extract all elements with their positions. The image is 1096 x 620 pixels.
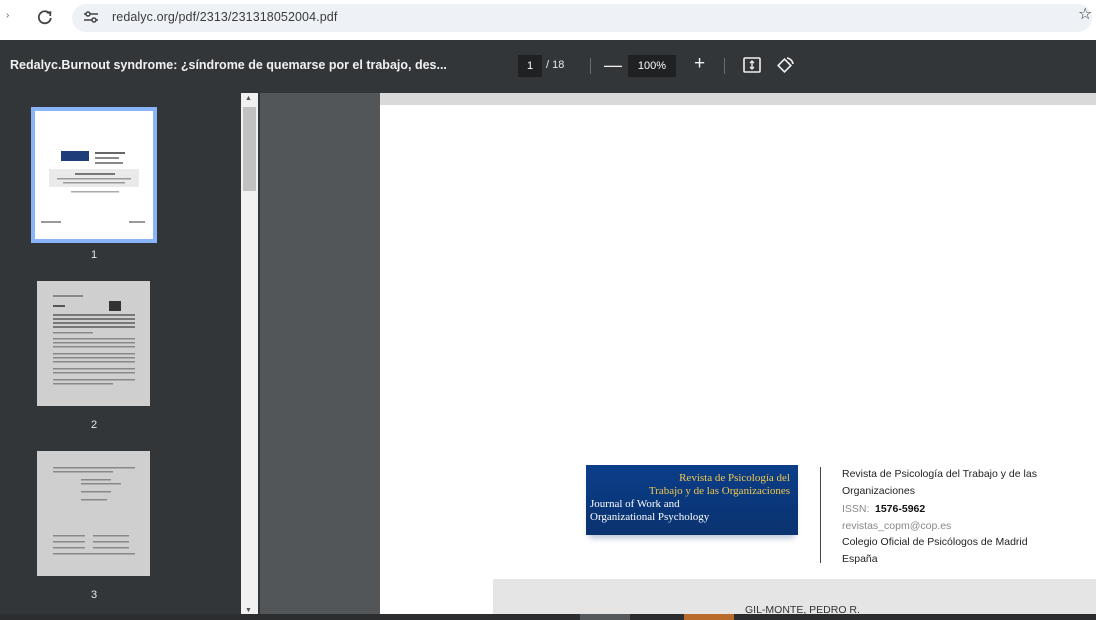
thumbnail-page-1-preview — [41, 151, 145, 223]
journal-email: revistas_copm@cop.es — [842, 520, 952, 532]
page-thumbnail[interactable] — [37, 281, 150, 406]
issn-value: 1576-5962 — [875, 503, 926, 515]
taskbar-item[interactable] — [684, 614, 734, 620]
toolbar-divider — [724, 58, 725, 74]
page-total: / 18 — [546, 59, 565, 71]
pdf-toolbar: Redalyc.Burnout syndrome: ¿síndrome de q… — [0, 40, 1096, 93]
sidebar-scrollbar-thumb[interactable] — [243, 107, 256, 191]
thumbnail-label: 1 — [90, 249, 98, 261]
bookmark-star-icon[interactable]: ☆ — [1078, 6, 1096, 24]
page-number-input[interactable]: 1 — [518, 55, 542, 77]
publisher: Colegio Oficial de Psicólogos de Madrid — [842, 536, 1028, 548]
logo-line: Revista de Psicología del — [679, 472, 790, 484]
reload-icon[interactable] — [34, 6, 56, 28]
page-thumbnail[interactable] — [37, 451, 150, 576]
thumbnail-sidebar: 1 2 3 ▲ ▼ — [0, 93, 260, 620]
journal-logo: Revista de Psicología del Trabajo y de l… — [586, 465, 798, 535]
thumbnail-page-3-preview — [53, 467, 135, 555]
toolbar-divider — [590, 58, 591, 74]
thumbnail-label: 2 — [90, 419, 98, 431]
fit-to-page-icon[interactable] — [742, 56, 762, 74]
thumbnail-label: 3 — [90, 589, 98, 601]
zoom-out-button[interactable]: — — [604, 54, 622, 76]
zoom-input[interactable]: 100% — [628, 55, 676, 77]
logo-line: Journal of Work and — [590, 498, 680, 510]
scroll-down-arrow-icon[interactable]: ▼ — [245, 607, 252, 614]
taskbar-item[interactable] — [580, 614, 630, 620]
scroll-up-arrow-icon[interactable]: ▲ — [245, 95, 252, 102]
zoom-in-button[interactable]: + — [694, 53, 705, 75]
journal-name: Revista de Psicología del Trabajo y de l… — [842, 468, 1037, 480]
logo-line: Trabajo y de las Organizaciones — [648, 485, 790, 497]
page-top-edge — [380, 93, 1096, 105]
page-thumbnail[interactable] — [31, 107, 157, 243]
site-settings-icon[interactable] — [82, 10, 100, 24]
taskbar-strip — [0, 614, 1096, 620]
logo-line: Organizational Psychology — [590, 511, 710, 523]
divider-line — [820, 467, 821, 563]
issn-label: ISSN: — [842, 503, 870, 515]
url-text[interactable]: redalyc.org/pdf/2313/231318052004.pdf — [112, 10, 337, 24]
journal-name-cont: Organizaciones — [842, 485, 915, 497]
country: España — [842, 553, 878, 565]
document-title: Redalyc.Burnout syndrome: ¿síndrome de q… — [10, 58, 447, 72]
rotate-icon[interactable] — [774, 54, 796, 76]
browser-url-bar: › redalyc.org/pdf/2313/231318052004.pdf … — [0, 0, 1096, 40]
forward-dot-icon[interactable]: › — [6, 10, 9, 21]
pdf-page: Revista de Psicología del Trabajo y de l… — [380, 93, 1096, 620]
pdf-viewer[interactable]: Revista de Psicología del Trabajo y de l… — [260, 93, 1096, 620]
thumbnail-page-2-preview — [53, 295, 135, 385]
